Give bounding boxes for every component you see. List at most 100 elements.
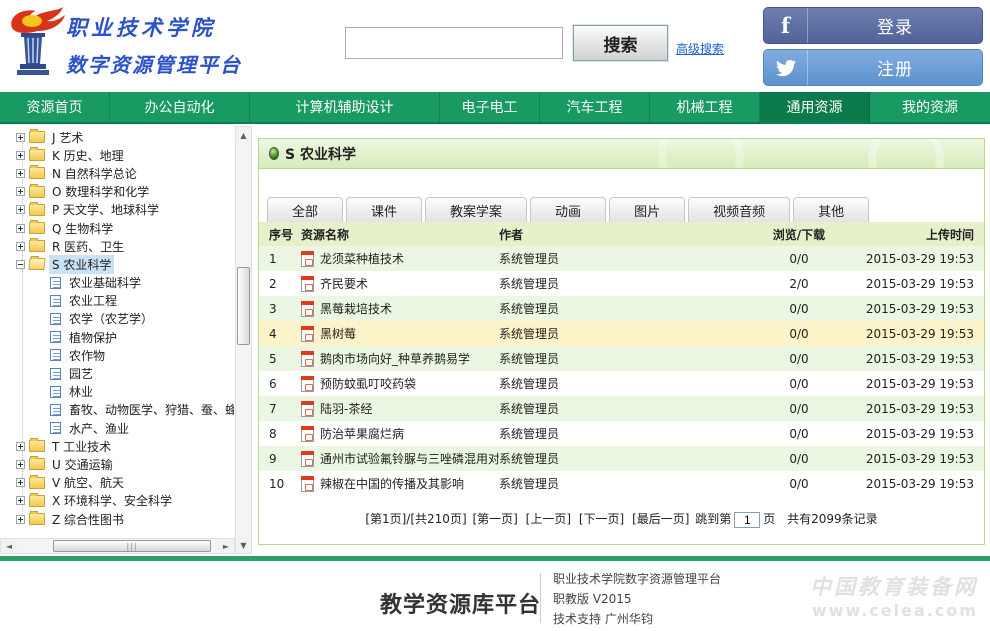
nav-item-general-resources[interactable]: 通用资源 — [760, 92, 870, 122]
plus-icon[interactable] — [16, 442, 25, 451]
nav-item-cad[interactable]: 计算机辅助设计 — [250, 92, 440, 122]
table-row[interactable]: 7 陆羽-茶经 系统管理员 0/0 2015-03-29 19:53 — [259, 396, 984, 421]
tab-all[interactable]: 全部 — [267, 197, 343, 222]
resource-link[interactable]: 龙须菜种植技术 — [320, 250, 404, 267]
footer-vertical-divider — [540, 573, 541, 623]
row-views: 0/0 — [759, 252, 839, 266]
sidebar-subitem[interactable]: 农作物 — [0, 346, 234, 364]
sidebar-item-label: Q 生物科学 — [49, 219, 116, 238]
sidebar-item-selected[interactable]: S 农业科学 — [0, 255, 234, 273]
next-page-link[interactable]: [下一页] — [579, 512, 624, 526]
plus-icon[interactable] — [16, 151, 25, 160]
resource-link[interactable]: 齐民要术 — [320, 275, 368, 292]
resource-link[interactable]: 防治苹果腐烂病 — [320, 425, 404, 442]
table-header: 序号 资源名称 作者 浏览/下载 上传时间 — [259, 222, 984, 246]
facebook-icon: f — [764, 8, 808, 43]
sidebar-item[interactable]: X 环境科学、安全科学 — [0, 492, 234, 510]
sidebar-subitem[interactable]: 农业工程 — [0, 292, 234, 310]
horizontal-scrollbar[interactable]: ◄ ► — [0, 538, 235, 554]
sidebar-item[interactable]: K 历史、地理 — [0, 146, 234, 164]
plus-icon[interactable] — [16, 460, 25, 469]
table-row-highlighted[interactable]: 4 黑树莓 系统管理员 0/0 2015-03-29 19:53 — [259, 321, 984, 346]
sidebar-subitem[interactable]: 畜牧、动物医学、狩猎、蚕、蜂 — [0, 401, 234, 419]
sidebar-item[interactable]: J 艺术 — [0, 128, 234, 146]
folder-icon — [29, 167, 45, 179]
doc-icon — [50, 331, 61, 343]
nav-item-electronics[interactable]: 电子电工 — [440, 92, 540, 122]
resource-link[interactable]: 陆羽-茶经 — [320, 400, 372, 417]
nav-item-mechanical[interactable]: 机械工程 — [650, 92, 760, 122]
sidebar-item[interactable]: U 交通运输 — [0, 455, 234, 473]
table-row[interactable]: 3 黑莓栽培技术 系统管理员 0/0 2015-03-29 19:53 — [259, 296, 984, 321]
sidebar-item[interactable]: P 天文学、地球科学 — [0, 201, 234, 219]
vertical-scrollbar[interactable]: ▲ ▼ — [235, 126, 252, 554]
resource-link[interactable]: 预防蚊虱叮咬药袋 — [320, 375, 416, 392]
tab-courseware[interactable]: 课件 — [346, 197, 422, 222]
col-author: 作者 — [499, 226, 759, 243]
sidebar-subitem[interactable]: 农学（农艺学） — [0, 310, 234, 328]
sidebar-item[interactable]: V 航空、航天 — [0, 474, 234, 492]
row-num: 9 — [269, 452, 301, 466]
row-num: 8 — [269, 427, 301, 441]
resource-link[interactable]: 通州市试验氟铃脲与三唑磷混用对稻 — [320, 450, 499, 467]
tab-other[interactable]: 其他 — [793, 197, 869, 222]
plus-icon[interactable] — [16, 169, 25, 178]
nav-item-my-resources[interactable]: 我的资源 — [870, 92, 990, 122]
sidebar-subitem[interactable]: 园艺 — [0, 364, 234, 382]
plus-icon[interactable] — [16, 496, 25, 505]
plus-icon[interactable] — [16, 224, 25, 233]
nav-item-automotive[interactable]: 汽车工程 — [540, 92, 650, 122]
jump-page-input[interactable] — [734, 512, 760, 528]
sidebar-subitem[interactable]: 农业基础科学 — [0, 274, 234, 292]
plus-icon[interactable] — [16, 205, 25, 214]
minus-icon[interactable] — [16, 260, 25, 269]
sidebar-item[interactable]: T 工业技术 — [0, 437, 234, 455]
plus-icon[interactable] — [16, 133, 25, 142]
resource-link[interactable]: 鹅肉市场向好_种草养鹅易学 — [320, 350, 470, 367]
advanced-search-link[interactable]: 高级搜索 — [676, 40, 724, 57]
tab-images[interactable]: 图片 — [609, 197, 685, 222]
table-row[interactable]: 9 通州市试验氟铃脲与三唑磷混用对稻 系统管理员 0/0 2015-03-29 … — [259, 446, 984, 471]
tab-animation[interactable]: 动画 — [530, 197, 606, 222]
sidebar-subitem[interactable]: 植物保护 — [0, 328, 234, 346]
scroll-down-arrow[interactable]: ▼ — [236, 537, 251, 553]
search-input[interactable] — [345, 27, 563, 59]
tab-lesson-plans[interactable]: 教案学案 — [425, 197, 527, 222]
search-button[interactable]: 搜索 — [573, 25, 668, 61]
scroll-up-arrow[interactable]: ▲ — [236, 127, 251, 143]
sidebar-item[interactable]: O 数理科学和化学 — [0, 183, 234, 201]
resource-link[interactable]: 黑莓栽培技术 — [320, 300, 392, 317]
nav-item-office-automation[interactable]: 办公自动化 — [110, 92, 250, 122]
login-button[interactable]: f 登录 — [763, 7, 983, 44]
table-row[interactable]: 2 齐民要术 系统管理员 2/0 2015-03-29 19:53 — [259, 271, 984, 296]
horizontal-scroll-thumb[interactable] — [53, 540, 211, 552]
prev-page-link[interactable]: [上一页] — [526, 512, 571, 526]
plus-icon[interactable] — [16, 515, 25, 524]
resource-link[interactable]: 黑树莓 — [320, 325, 356, 342]
sidebar-item[interactable]: N 自然科学总论 — [0, 164, 234, 182]
scroll-left-arrow[interactable]: ◄ — [1, 539, 17, 553]
plus-icon[interactable] — [16, 187, 25, 196]
doc-icon — [50, 404, 61, 416]
sidebar-item[interactable]: Q 生物科学 — [0, 219, 234, 237]
resource-link[interactable]: 辣椒在中国的传播及其影响 — [320, 475, 464, 492]
table-row[interactable]: 5 鹅肉市场向好_种草养鹅易学 系统管理员 0/0 2015-03-29 19:… — [259, 346, 984, 371]
register-button[interactable]: 注册 — [763, 49, 983, 86]
first-page-link[interactable]: [第一页] — [472, 512, 517, 526]
last-page-link[interactable]: [最后一页] — [632, 512, 689, 526]
sidebar-subitem[interactable]: 水产、渔业 — [0, 419, 234, 437]
folder-icon — [29, 186, 45, 198]
table-row[interactable]: 8 防治苹果腐烂病 系统管理员 0/0 2015-03-29 19:53 — [259, 421, 984, 446]
table-row[interactable]: 1 龙须菜种植技术 系统管理员 0/0 2015-03-29 19:53 — [259, 246, 984, 271]
table-row[interactable]: 6 预防蚊虱叮咬药袋 系统管理员 0/0 2015-03-29 19:53 — [259, 371, 984, 396]
tab-audio-video[interactable]: 视频音频 — [688, 197, 790, 222]
sidebar-item[interactable]: R 医药、卫生 — [0, 237, 234, 255]
scroll-right-arrow[interactable]: ► — [218, 539, 234, 553]
sidebar-subitem[interactable]: 林业 — [0, 383, 234, 401]
vertical-scroll-thumb[interactable] — [237, 267, 250, 345]
plus-icon[interactable] — [16, 242, 25, 251]
sidebar-item[interactable]: Z 综合性图书 — [0, 510, 234, 528]
plus-icon[interactable] — [16, 478, 25, 487]
table-row[interactable]: 10 辣椒在中国的传播及其影响 系统管理员 0/0 2015-03-29 19:… — [259, 471, 984, 496]
nav-item-home[interactable]: 资源首页 — [0, 92, 110, 122]
